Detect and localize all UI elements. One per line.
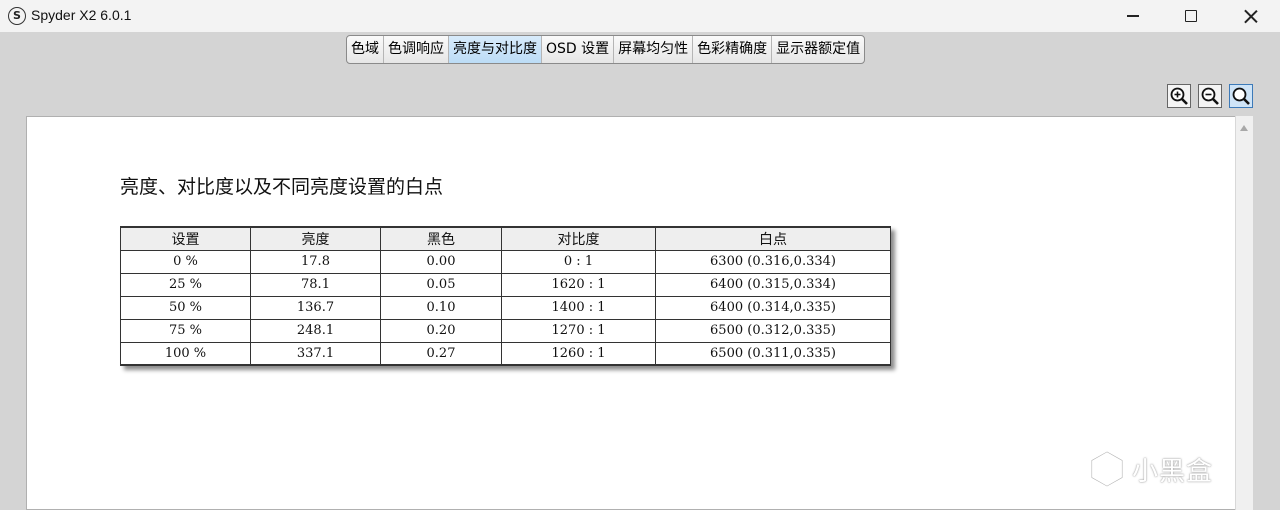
column-header-black: 黑色 [380, 226, 502, 251]
tab-tone-response[interactable]: 色调响应 [384, 36, 449, 63]
app-icon: S [8, 7, 26, 25]
table-cell: 0.10 [380, 295, 502, 320]
close-button[interactable] [1228, 0, 1274, 32]
zoom-out-icon [1201, 87, 1219, 105]
title-bar: S Spyder X2 6.0.1 [0, 0, 1280, 32]
table-cell: 1400 : 1 [501, 295, 656, 320]
table-row: 50 % 136.7 0.10 1400 : 1 6400 (0.314,0.3… [120, 295, 891, 320]
table-cell: 248.1 [250, 318, 381, 343]
table-cell: 1620 : 1 [501, 272, 656, 297]
tab-gamut[interactable]: 色域 [347, 36, 384, 63]
table-cell: 136.7 [250, 295, 381, 320]
tab-osd-settings[interactable]: OSD 设置 [542, 36, 615, 63]
table-cell: 0 : 1 [501, 249, 656, 274]
table-row: 25 % 78.1 0.05 1620 : 1 6400 (0.315,0.33… [120, 272, 891, 297]
table-cell: 0.05 [380, 272, 502, 297]
table-cell: 6400 (0.315,0.334) [655, 272, 891, 297]
report-title: 亮度、对比度以及不同亮度设置的白点 [120, 176, 444, 198]
column-header-brightness: 亮度 [250, 226, 381, 251]
table-cell: 1270 : 1 [501, 318, 656, 343]
maximize-icon [1185, 10, 1197, 22]
table-cell: 50 % [120, 295, 251, 320]
watermark: 小黑盒 [1088, 450, 1213, 488]
table-row: 75 % 248.1 0.20 1270 : 1 6500 (0.312,0.3… [120, 318, 891, 343]
column-header-setting: 设置 [120, 226, 251, 251]
minimize-button[interactable] [1110, 0, 1156, 32]
table-cell: 0 % [120, 249, 251, 274]
table-cell: 6300 (0.316,0.334) [655, 249, 891, 274]
table-cell: 100 % [120, 341, 251, 366]
close-icon [1244, 9, 1258, 23]
table-cell: 337.1 [250, 341, 381, 366]
tab-screen-uniformity[interactable]: 屏幕均匀性 [614, 36, 694, 63]
table-cell: 6400 (0.314,0.335) [655, 295, 891, 320]
zoom-fit-button[interactable] [1229, 84, 1253, 108]
zoom-fit-icon [1232, 87, 1250, 105]
table-cell: 0.20 [380, 318, 502, 343]
table-header-row: 设置 亮度 黑色 对比度 白点 [120, 226, 891, 251]
zoom-in-button[interactable] [1167, 84, 1191, 108]
table-cell: 6500 (0.312,0.335) [655, 318, 891, 343]
vertical-scrollbar[interactable] [1235, 116, 1253, 510]
report-content-area: 亮度、对比度以及不同亮度设置的白点 设置 亮度 黑色 对比度 白点 0 % 17… [26, 116, 1235, 510]
window-title: Spyder X2 6.0.1 [31, 7, 132, 23]
tab-color-accuracy[interactable]: 色彩精确度 [693, 36, 773, 63]
table-row: 100 % 337.1 0.27 1260 : 1 6500 (0.311,0.… [120, 341, 891, 366]
maximize-button[interactable] [1168, 0, 1214, 32]
table-row: 0 % 17.8 0.00 0 : 1 6300 (0.316,0.334) [120, 249, 891, 274]
tab-display-rating[interactable]: 显示器额定值 [772, 36, 864, 63]
table-cell: 25 % [120, 272, 251, 297]
table-cell: 6500 (0.311,0.335) [655, 341, 891, 366]
table-cell: 0.27 [380, 341, 502, 366]
heybox-logo-icon [1090, 450, 1124, 488]
watermark-text: 小黑盒 [1132, 456, 1214, 487]
tab-brightness-contrast[interactable]: 亮度与对比度 [449, 36, 542, 63]
minimize-icon [1127, 15, 1139, 17]
table-cell: 0.00 [380, 249, 502, 274]
table-cell: 78.1 [250, 272, 381, 297]
report-tab-bar: 色域 色调响应 亮度与对比度 OSD 设置 屏幕均匀性 色彩精确度 显示器额定值 [346, 35, 866, 64]
brightness-contrast-table: 设置 亮度 黑色 对比度 白点 0 % 17.8 0.00 0 : 1 6300… [120, 226, 891, 366]
column-header-white-point: 白点 [655, 226, 891, 251]
table-cell: 1260 : 1 [501, 341, 656, 366]
table-cell: 17.8 [250, 249, 381, 274]
table-cell: 75 % [120, 318, 251, 343]
column-header-contrast: 对比度 [501, 226, 656, 251]
scroll-up-arrow-icon[interactable] [1240, 125, 1248, 131]
zoom-out-button[interactable] [1198, 84, 1222, 108]
zoom-in-icon [1170, 87, 1188, 105]
